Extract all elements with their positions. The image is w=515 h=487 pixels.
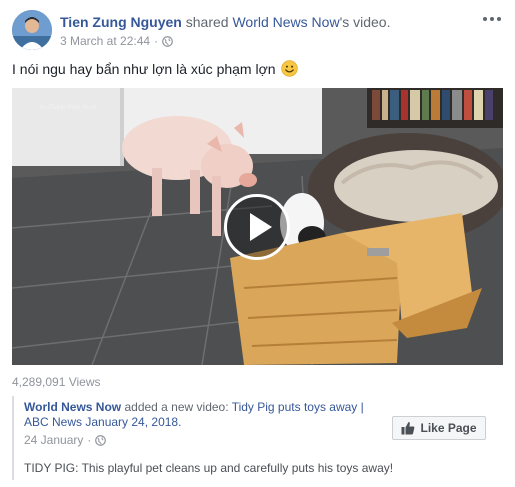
play-icon[interactable] (224, 194, 290, 260)
meta-separator: · (154, 34, 159, 48)
shared-action-text: shared (185, 14, 229, 30)
source-action-text: added a new video: (124, 400, 229, 414)
like-page-label: Like Page (420, 421, 477, 435)
video-player[interactable]: YouTube/ Pavi Hunt (12, 88, 503, 365)
post-header: Tien Zung Nguyen shared World News Now's… (12, 10, 503, 50)
shared-card-date[interactable]: 24 January (24, 433, 83, 447)
shared-video-card: World News Now added a new video: Tidy P… (12, 396, 503, 480)
author-line: Tien Zung Nguyen shared World News Now's… (60, 14, 390, 30)
view-count: 4,289,091 Views (12, 375, 101, 389)
shared-card-description: TIDY PIG: This playful pet cleans up and… (24, 461, 394, 475)
shared-card-headline: World News Now added a new video: Tidy P… (24, 400, 364, 430)
smiley-emoji-icon (280, 60, 298, 77)
globe-icon[interactable] (95, 434, 107, 446)
source-page-link[interactable]: World News Now (24, 400, 121, 414)
post-text: I nói ngu hay bẩn như lợn là xúc phạm lợ… (12, 60, 298, 77)
author-avatar[interactable] (12, 10, 52, 50)
post-message: I nói ngu hay bẩn như lợn là xúc phạm lợ… (12, 60, 276, 77)
thumbs-up-icon (401, 422, 415, 435)
author-name-link[interactable]: Tien Zung Nguyen (60, 14, 182, 30)
more-options-icon[interactable] (481, 12, 503, 26)
post-timestamp[interactable]: 3 March at 22:44 (60, 34, 150, 48)
meta-separator: · (87, 433, 92, 447)
post-meta: 3 March at 22:44 · (60, 34, 173, 48)
like-page-button[interactable]: Like Page (392, 416, 486, 440)
video-watermark: YouTube/ Pavi Hunt (39, 104, 97, 111)
shared-page-link[interactable]: World News Now (232, 14, 339, 30)
globe-icon[interactable] (162, 35, 173, 47)
shared-card-meta: 24 January · (24, 433, 107, 447)
shared-suffix-text: 's video. (339, 14, 391, 30)
